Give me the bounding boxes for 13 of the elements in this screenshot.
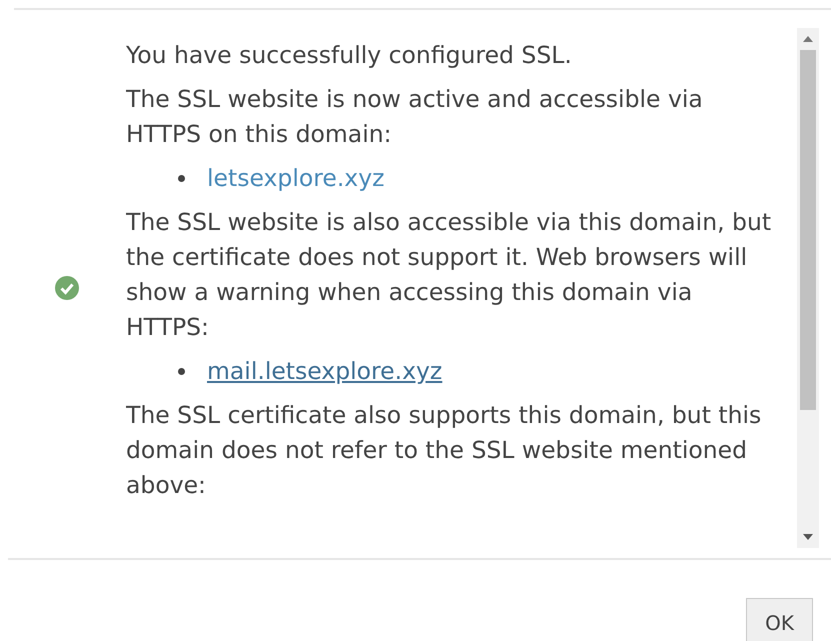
domain-link[interactable]: letsexplore.xyz <box>207 161 384 196</box>
scroll-down-icon[interactable] <box>803 534 813 540</box>
message-paragraph: The SSL website is now active and accessible via HTTPS on this domain: <box>126 84 704 150</box>
bullet-icon <box>178 175 185 182</box>
scroll-up-icon[interactable] <box>803 36 813 42</box>
ok-button[interactable]: OK <box>746 598 813 641</box>
success-check-icon <box>54 275 80 301</box>
domain-link[interactable]: mail.letsexplore.xyz <box>207 354 442 389</box>
message-paragraph: The SSL certificate also supports this domain, but this domain does not refer to the SSL website mentioned above: <box>126 400 762 501</box>
message-paragraph: You have successfully configured SSL. <box>126 40 573 71</box>
message-paragraph: The SSL website is also accessible via this domain, but the certificate does not support it. Web browsers will show a warning when accessing this domain via HTTPS: <box>126 207 772 343</box>
scrollbar[interactable] <box>797 28 819 548</box>
bullet-icon <box>178 368 185 375</box>
